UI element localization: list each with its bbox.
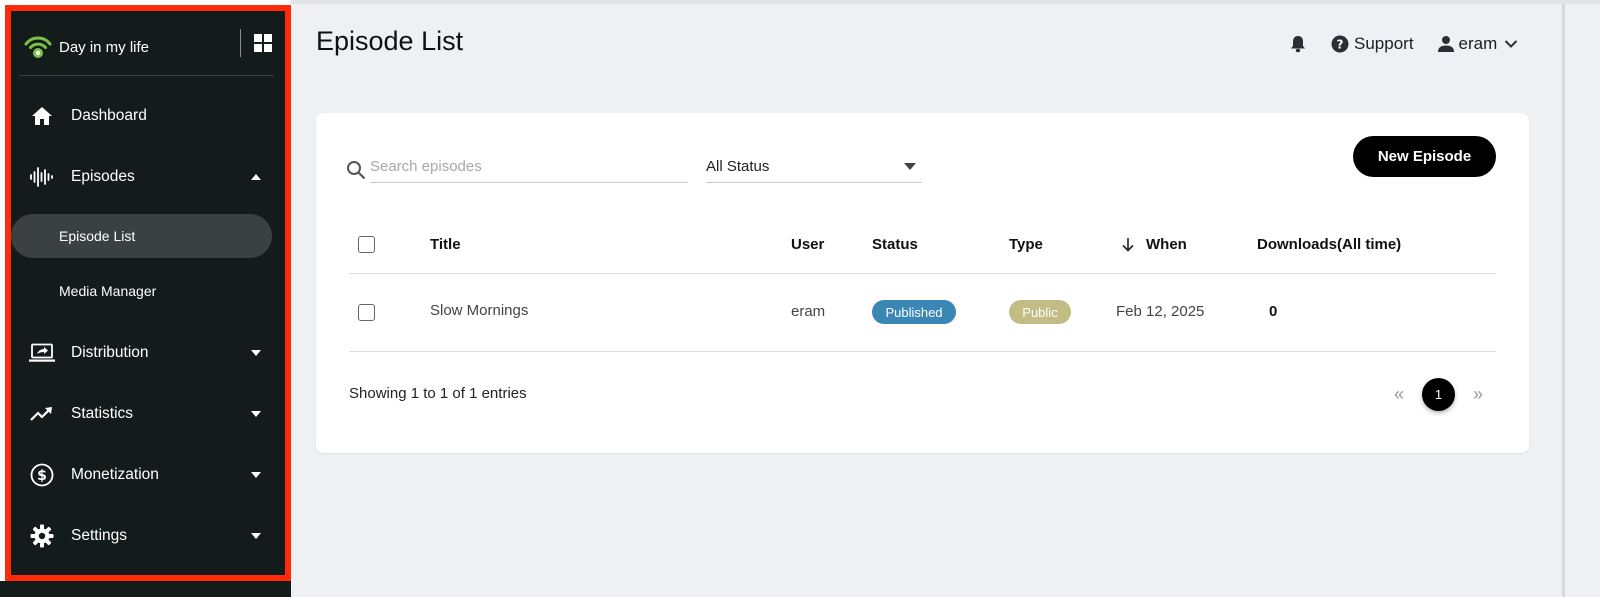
waveform-icon	[29, 164, 55, 190]
podcast-signal-icon	[21, 30, 55, 64]
episode-user: eram	[791, 303, 826, 320]
table-row[interactable]: Slow Mornings eram Published Public Feb …	[349, 274, 1496, 352]
column-downloads[interactable]: Downloads(All time)	[1257, 236, 1401, 253]
sidebar-subitem-label: Media Manager	[59, 283, 157, 299]
sidebar-item-settings[interactable]: Settings	[17, 516, 272, 556]
caret-down-icon	[250, 530, 262, 542]
user-menu[interactable]: eram	[1437, 34, 1519, 54]
top-border	[291, 0, 1600, 4]
column-title[interactable]: Title	[430, 236, 461, 253]
search-input[interactable]	[370, 151, 688, 183]
sidebar-subitem-media-manager[interactable]: Media Manager	[11, 269, 272, 313]
support-link[interactable]: ? Support	[1331, 34, 1414, 54]
episode-downloads: 0	[1269, 303, 1278, 320]
sidebar-item-label: Episodes	[71, 168, 135, 185]
sidebar-subitem-episode-list[interactable]: Episode List	[11, 214, 272, 258]
caret-up-icon	[250, 171, 262, 183]
status-badge: Published	[872, 300, 956, 324]
sidebar: Day in my life Dashboard Episodes Episod…	[0, 0, 291, 597]
sidebar-item-dashboard[interactable]: Dashboard	[17, 96, 272, 136]
entries-summary: Showing 1 to 1 of 1 entries	[349, 385, 527, 402]
brand-divider-line	[19, 75, 274, 76]
svg-text:?: ?	[1337, 38, 1344, 52]
sidebar-item-label: Dashboard	[71, 107, 147, 124]
home-icon	[29, 103, 55, 129]
sidebar-item-label: Monetization	[71, 466, 159, 483]
top-actions: ? Support eram	[1285, 30, 1518, 58]
caret-down-icon	[250, 347, 262, 359]
sidebar-item-distribution[interactable]: Distribution	[17, 333, 272, 373]
new-episode-button[interactable]: New Episode	[1353, 136, 1496, 177]
support-label: Support	[1354, 34, 1414, 53]
user-name: eram	[1458, 34, 1498, 53]
brand[interactable]: Day in my life	[21, 21, 276, 73]
gear-icon	[29, 523, 55, 549]
podcast-name: Day in my life	[59, 38, 150, 56]
sidebar-subitem-label: Episode List	[59, 228, 136, 244]
sidebar-item-statistics[interactable]: Statistics	[17, 394, 272, 434]
grid-view-icon[interactable]	[247, 27, 279, 59]
table-header: Title User Status Type When Downloads(Al…	[349, 218, 1496, 274]
sidebar-item-label: Statistics	[71, 405, 134, 422]
help-circle-icon: ?	[1331, 35, 1349, 53]
bell-icon[interactable]	[1285, 31, 1311, 57]
dollar-circle-icon: $	[29, 462, 55, 488]
chevron-down-icon	[1505, 40, 1518, 48]
caret-down-icon	[250, 469, 262, 481]
sidebar-item-monetization[interactable]: $ Monetization	[17, 455, 272, 495]
column-type[interactable]: Type	[1009, 236, 1043, 253]
trending-up-icon	[29, 401, 55, 427]
brand-divider	[240, 29, 241, 57]
column-status[interactable]: Status	[872, 236, 918, 253]
status-filter-value: All Status	[706, 158, 770, 175]
next-page-button[interactable]: »	[1465, 381, 1491, 407]
scrollbar[interactable]	[1562, 4, 1565, 597]
column-when-label: When	[1146, 236, 1187, 253]
arrow-down-icon	[1122, 237, 1134, 252]
status-filter-select[interactable]: All Status	[706, 151, 922, 183]
sidebar-item-label: Distribution	[71, 344, 149, 361]
episodes-card: All Status New Episode Title User Status…	[316, 113, 1529, 453]
episode-date: Feb 12, 2025	[1116, 303, 1205, 320]
column-user[interactable]: User	[791, 236, 824, 253]
type-badge: Public	[1009, 300, 1071, 324]
search-box	[344, 151, 689, 183]
column-when[interactable]: When	[1122, 236, 1187, 253]
prev-page-button[interactable]: «	[1386, 381, 1412, 407]
laptop-share-icon	[29, 340, 55, 366]
caret-down-icon	[904, 163, 916, 170]
page-title: Episode List	[316, 26, 464, 56]
page-1-button[interactable]: 1	[1422, 377, 1455, 411]
search-icon	[344, 158, 368, 182]
svg-text:$: $	[37, 468, 47, 484]
user-icon	[1437, 36, 1454, 52]
pagination: « 1 »	[1386, 377, 1491, 411]
sidebar-panel: Day in my life Dashboard Episodes Episod…	[5, 5, 291, 581]
sidebar-footer	[0, 581, 291, 597]
sidebar-item-episodes[interactable]: Episodes	[17, 157, 272, 197]
select-all-checkbox[interactable]	[358, 236, 375, 253]
episode-title[interactable]: Slow Mornings	[430, 302, 528, 319]
row-checkbox[interactable]	[358, 304, 375, 321]
caret-down-icon	[250, 408, 262, 420]
sidebar-item-label: Settings	[71, 527, 128, 544]
